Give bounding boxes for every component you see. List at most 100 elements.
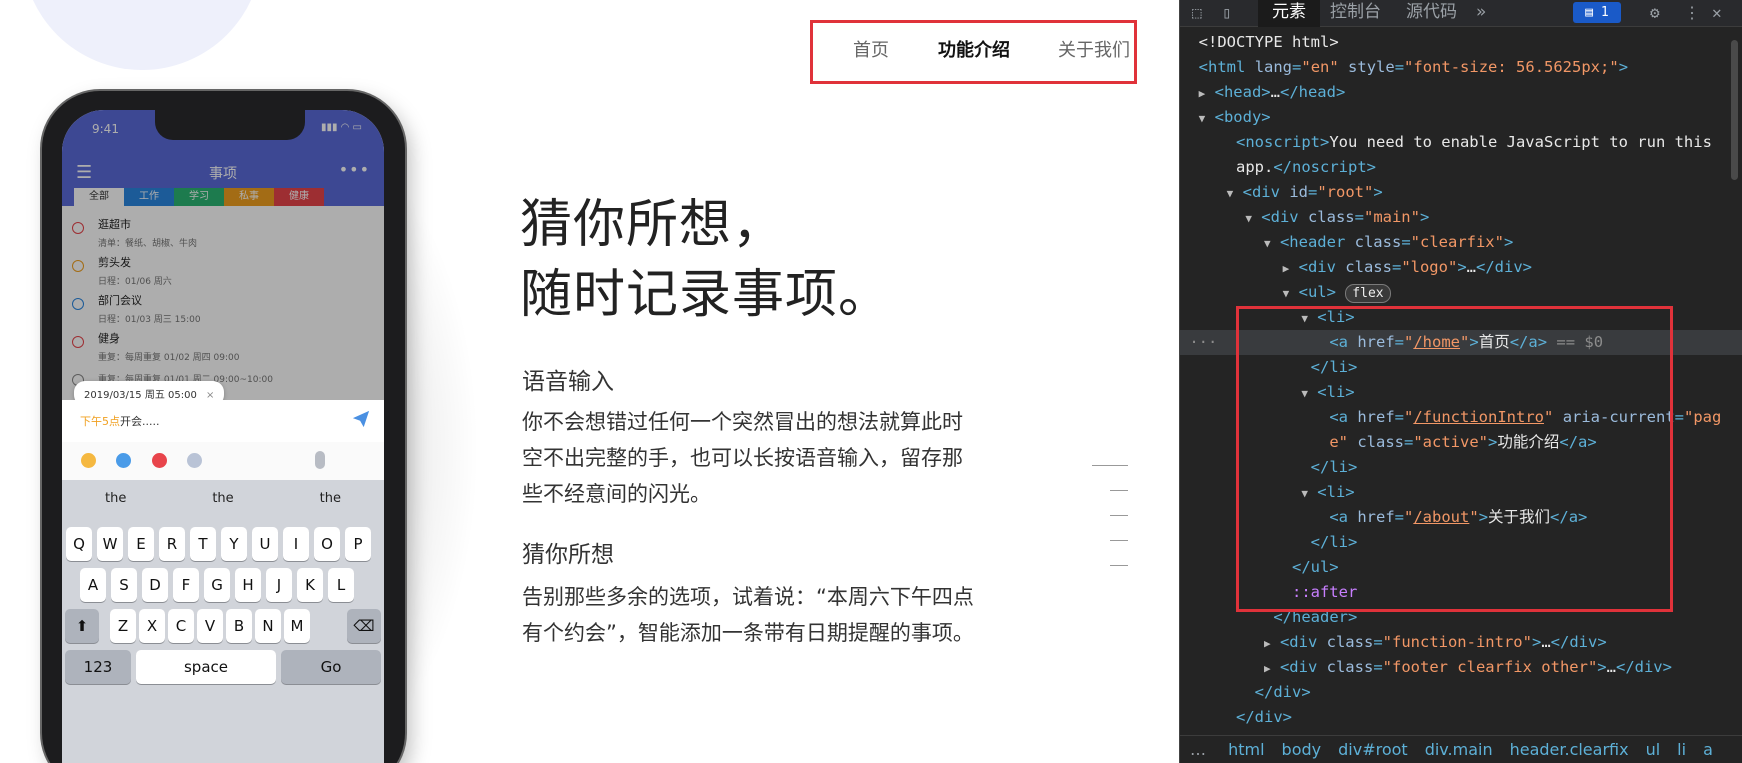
kebab-menu-icon[interactable]: ⋮ — [1684, 3, 1700, 22]
compose-highlight: 下午5点 — [80, 415, 120, 428]
key[interactable]: S — [111, 568, 137, 602]
breadcrumb-item[interactable]: html — [1228, 740, 1264, 759]
nav-home-link[interactable]: 首页 — [853, 36, 889, 62]
shift-key[interactable]: ⬆ — [65, 609, 99, 643]
slide-indicator[interactable] — [1110, 490, 1128, 491]
tab-elements[interactable]: 元素 — [1258, 0, 1320, 27]
dom-node[interactable]: <html lang="en" style="font-size: 56.562… — [1180, 55, 1742, 80]
feature-title: 语音输入 — [522, 369, 614, 395]
key[interactable]: Y — [221, 527, 247, 561]
flex-badge[interactable]: flex — [1345, 284, 1391, 303]
issues-badge[interactable]: ▤ 1 — [1573, 2, 1621, 23]
key[interactable]: O — [314, 527, 340, 561]
key[interactable]: U — [252, 527, 278, 561]
compose-bar: 下午5点开会..... — [62, 400, 384, 442]
dom-node[interactable]: <!DOCTYPE html> — [1180, 30, 1742, 55]
key[interactable]: G — [204, 568, 230, 602]
slide-indicator-active[interactable] — [1092, 465, 1128, 466]
key[interactable]: E — [128, 527, 154, 561]
noscript-text: You need to enable JavaScript to run thi… — [1329, 133, 1712, 151]
backspace-key[interactable]: ⌫ — [347, 609, 381, 643]
hero-line-2: 随时记录事项。 — [520, 265, 892, 325]
key[interactable]: V — [197, 609, 223, 643]
dom-node[interactable]: ▶ <div class="function-intro">…</div> — [1180, 630, 1742, 655]
dom-node[interactable]: ▶ <head>…</head> — [1180, 80, 1742, 105]
slide-indicator[interactable] — [1110, 515, 1128, 516]
highlight-box — [1236, 306, 1673, 612]
compose-rest: 开会..... — [120, 415, 160, 428]
feature-desc: 你不会想错过任何一个突然冒出的想法就算此时空不出完整的手，也可以长按语音输入，留… — [522, 410, 963, 506]
suggestion-item[interactable]: the — [62, 484, 169, 514]
key[interactable]: L — [328, 568, 354, 602]
space-key[interactable]: space — [136, 650, 276, 684]
key[interactable]: N — [255, 609, 281, 643]
dom-node[interactable]: ▼ <div id="root"> — [1180, 180, 1742, 205]
key[interactable]: P — [345, 527, 371, 561]
key[interactable]: Z — [110, 609, 136, 643]
breadcrumb-item[interactable]: a — [1703, 740, 1713, 759]
dom-node[interactable]: <noscript>You need to enable JavaScript … — [1180, 130, 1742, 155]
dom-node[interactable]: ▼ <header class="clearfix"> — [1180, 230, 1742, 255]
key[interactable]: F — [173, 568, 199, 602]
decorative-circle — [22, 0, 262, 70]
breadcrumb-ellipsis[interactable]: … — [1190, 740, 1206, 759]
phone-notch — [155, 110, 305, 140]
key[interactable]: H — [235, 568, 261, 602]
dom-node[interactable]: ▼ <body> — [1180, 105, 1742, 130]
breadcrumb-item[interactable]: body — [1282, 740, 1322, 759]
noscript-text-end: app. — [1236, 158, 1274, 176]
suggestion-item[interactable]: the — [169, 484, 276, 514]
scrollbar[interactable] — [1731, 40, 1738, 180]
dom-node[interactable]: app.</noscript> — [1180, 155, 1742, 180]
numbers-key[interactable]: 123 — [65, 650, 131, 684]
nav-intro-link[interactable]: 功能介绍 — [938, 36, 1010, 62]
key[interactable]: I — [283, 527, 309, 561]
compose-text: 下午5点开会..... — [80, 413, 159, 429]
clock-icon — [81, 453, 96, 468]
more-tabs-icon[interactable]: » — [1476, 0, 1486, 27]
slide-indicator[interactable] — [1110, 540, 1128, 541]
breadcrumb-item[interactable]: div.main — [1425, 740, 1493, 759]
go-key[interactable]: Go — [281, 650, 381, 684]
devtools-toolbar: ⬚ ▯ 元素 控制台 源代码 » ▤ 1 ⚙ ⋮ ✕ — [1180, 0, 1742, 27]
dom-node[interactable]: ▼ <ul> flex — [1180, 280, 1742, 305]
nav-about-link[interactable]: 关于我们 — [1058, 36, 1130, 62]
key[interactable]: R — [159, 527, 185, 561]
key[interactable]: A — [80, 568, 106, 602]
breadcrumb-item[interactable]: div#root — [1338, 740, 1408, 759]
dom-node[interactable]: ▶ <div class="logo">…</div> — [1180, 255, 1742, 280]
key[interactable]: T — [190, 527, 216, 561]
website-viewport: 首页 功能介绍 关于我们 猜你所想， 随时记录事项。 语音输入 你不会想错过任何… — [0, 0, 1179, 763]
quick-actions — [62, 442, 384, 480]
tab-console[interactable]: 控制台 — [1330, 0, 1381, 27]
breadcrumb-item[interactable]: ul — [1646, 740, 1661, 759]
key[interactable]: D — [142, 568, 168, 602]
gear-icon[interactable]: ⚙ — [1650, 3, 1660, 22]
dom-node[interactable]: </div> — [1180, 705, 1742, 730]
key[interactable]: B — [226, 609, 252, 643]
suggestion-item[interactable]: the — [277, 484, 384, 514]
key[interactable]: C — [168, 609, 194, 643]
close-icon[interactable]: ✕ — [1712, 3, 1722, 22]
tab-sources[interactable]: 源代码 — [1406, 0, 1457, 27]
dim-overlay — [62, 110, 384, 400]
breadcrumb: … html body div#root div.main header.clearfi… — [1180, 735, 1742, 763]
key[interactable]: Q — [66, 527, 92, 561]
repeat-icon — [187, 453, 202, 468]
feature-title: 猜你所想 — [522, 542, 614, 568]
microphone-icon — [315, 451, 325, 469]
breadcrumb-item[interactable]: header.clearfix — [1510, 740, 1629, 759]
dom-node[interactable]: </div> — [1180, 680, 1742, 705]
key[interactable]: M — [284, 609, 310, 643]
dom-node[interactable]: ▶ <div class="footer clearfix other">…</… — [1180, 655, 1742, 680]
inspect-cursor-icon[interactable]: ⬚ — [1192, 3, 1202, 22]
key[interactable]: J — [266, 568, 292, 602]
key[interactable]: K — [297, 568, 323, 602]
slide-indicator[interactable] — [1110, 565, 1128, 566]
key[interactable]: W — [97, 527, 123, 561]
issues-count: 1 — [1600, 5, 1609, 20]
dom-node[interactable]: ▼ <div class="main"> — [1180, 205, 1742, 230]
device-toolbar-icon[interactable]: ▯ — [1222, 3, 1232, 22]
breadcrumb-item[interactable]: li — [1677, 740, 1686, 759]
key[interactable]: X — [139, 609, 165, 643]
